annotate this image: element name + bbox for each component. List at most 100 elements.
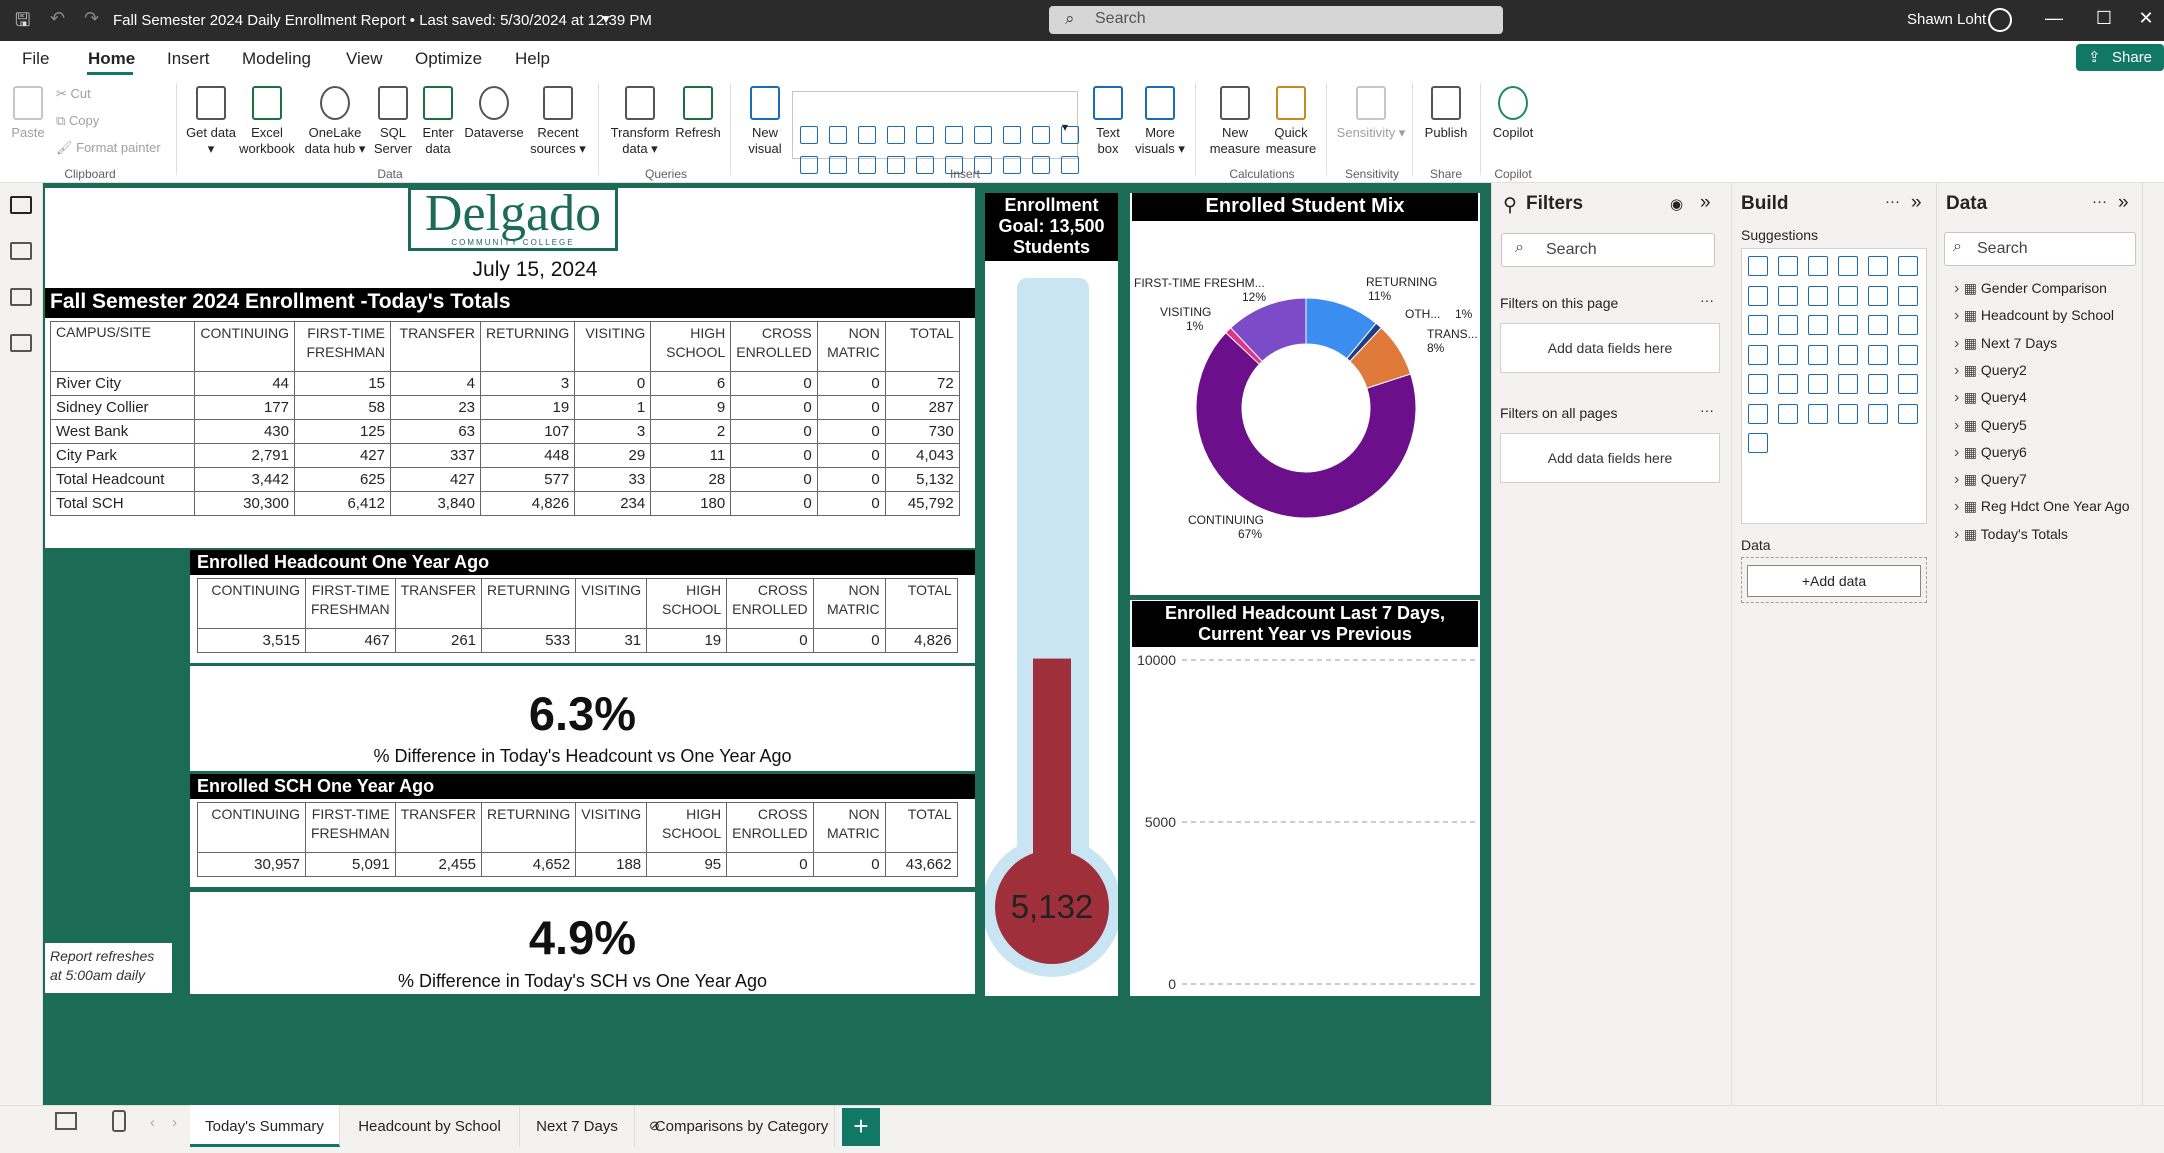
visual-type-icon[interactable] — [1778, 374, 1798, 394]
visual-type-icon[interactable] — [1748, 315, 1768, 335]
column-header[interactable]: RETURNING — [481, 802, 577, 853]
share-button[interactable]: ⇪ Share — [2076, 44, 2164, 71]
column-header[interactable]: VISITING — [574, 321, 652, 372]
column-header[interactable]: FIRST-TIME FRESHMAN — [294, 321, 391, 372]
excel-workbook-button[interactable]: Excel workbook — [236, 86, 298, 157]
visual-type-icon[interactable] — [1838, 285, 1858, 306]
visual-type-icon[interactable] — [1808, 315, 1828, 335]
chevron-right-icon[interactable]: › — [1954, 526, 1964, 543]
chevron-right-icon[interactable]: › — [1954, 335, 1964, 352]
column-header[interactable]: CROSS ENROLLED — [730, 321, 818, 372]
visual-type-icon[interactable] — [858, 126, 876, 144]
visual-type-icon[interactable] — [800, 156, 818, 174]
column-header[interactable]: NON MATRIC — [812, 578, 886, 629]
menu-modeling[interactable]: Modeling — [242, 49, 311, 69]
new-visual-button[interactable]: New visual — [740, 86, 790, 157]
visual-type-icon[interactable] — [1868, 285, 1888, 306]
visual-type-icon[interactable] — [829, 126, 847, 144]
visual-type-icon[interactable] — [1778, 285, 1798, 306]
column-header[interactable]: RETURNING — [479, 321, 576, 372]
visual-type-icon[interactable] — [945, 126, 963, 144]
collapse-data-icon[interactable]: » — [2118, 192, 2129, 214]
visual-type-icon[interactable] — [1748, 433, 1768, 453]
more-options-icon[interactable]: ··· — [1700, 402, 1714, 418]
save-icon[interactable]: 🖫 — [15, 8, 30, 38]
data-table-item[interactable]: › ▦ Query5 — [1954, 417, 2027, 435]
gallery-expand-icon[interactable]: ▾ — [1062, 120, 1068, 134]
column-header[interactable]: TOTAL — [884, 802, 958, 853]
more-visuals-button[interactable]: More visuals ▾ — [1134, 86, 1186, 157]
visual-type-icon[interactable] — [1748, 344, 1768, 365]
column-header[interactable]: HIGH SCHOOL — [646, 802, 728, 853]
menu-home[interactable]: Home — [88, 49, 135, 69]
data-table-item[interactable]: › ▦ Query6 — [1954, 444, 2027, 462]
add-page-button[interactable]: + — [842, 1108, 880, 1146]
data-table-item[interactable]: › ▦ Headcount by School — [1954, 307, 2114, 325]
visual-type-icon[interactable] — [1868, 344, 1888, 365]
visual-type-icon[interactable] — [1838, 315, 1858, 335]
visual-type-icon[interactable] — [1778, 403, 1798, 424]
column-header[interactable]: FIRST-TIME FRESHMAN — [305, 578, 396, 629]
chevron-down-icon[interactable]: ▼ — [600, 12, 612, 26]
chevron-right-icon[interactable]: › — [1954, 417, 1964, 434]
sensitivity-button[interactable]: Sensitivity ▾ — [1336, 86, 1406, 141]
visual-type-icon[interactable] — [1808, 256, 1828, 276]
chevron-right-icon[interactable]: › — [1954, 498, 1964, 515]
collapse-filters-icon[interactable]: » — [1700, 192, 1711, 214]
format-painter-button[interactable]: 🖌 Format painter — [56, 140, 161, 156]
more-options-icon[interactable]: ··· — [1885, 193, 1900, 210]
visual-type-icon[interactable] — [1838, 344, 1858, 365]
visual-type-icon[interactable] — [1868, 374, 1888, 394]
column-header[interactable]: HIGH SCHOOL — [650, 321, 732, 372]
new-measure-button[interactable]: New measure — [1205, 86, 1265, 157]
onelake-button[interactable]: OneLake data hub ▾ — [302, 86, 368, 157]
column-header[interactable]: CONTINUING — [194, 321, 295, 372]
next-page-icon[interactable]: › — [172, 1114, 177, 1131]
copilot-button[interactable]: Copilot — [1486, 86, 1540, 141]
visual-type-icon[interactable] — [1748, 285, 1768, 306]
visual-type-icon[interactable] — [1898, 344, 1918, 365]
chevron-right-icon[interactable]: › — [1954, 362, 1964, 379]
add-data-button[interactable]: +Add data — [1747, 565, 1921, 597]
visual-type-icon[interactable] — [916, 126, 934, 144]
data-table-item[interactable]: › ▦ Query2 — [1954, 362, 2027, 380]
visual-type-icon[interactable] — [1778, 315, 1798, 335]
visual-type-icon[interactable] — [1808, 285, 1828, 306]
visual-type-icon[interactable] — [1838, 374, 1858, 394]
column-header[interactable]: CONTINUING — [197, 578, 306, 629]
column-header[interactable]: NON MATRIC — [812, 802, 886, 853]
visual-type-icon[interactable] — [1868, 315, 1888, 335]
data-table-item[interactable]: › ▦ Gender Comparison — [1954, 280, 2107, 298]
publish-button[interactable]: Publish — [1420, 86, 1472, 141]
user-avatar-icon[interactable] — [1988, 8, 2012, 32]
visual-type-icon[interactable] — [1838, 403, 1858, 424]
data-table-item[interactable]: › ▦ Next 7 Days — [1954, 335, 2057, 353]
get-data-button[interactable]: Get data ▾ — [186, 86, 236, 157]
column-header[interactable]: VISITING — [575, 802, 648, 853]
data-table-item[interactable]: › ▦ Reg Hdct One Year Ago — [1954, 498, 2130, 516]
prev-page-icon[interactable]: ‹ — [150, 1114, 155, 1131]
column-header[interactable]: CAMPUS/SITE — [50, 321, 195, 372]
column-header[interactable]: CONTINUING — [197, 802, 306, 853]
maximize-icon[interactable]: ☐ — [2084, 8, 2124, 29]
visual-type-icon[interactable] — [829, 156, 847, 174]
menu-file[interactable]: File — [22, 49, 49, 69]
user-name[interactable]: Shawn Loht — [1907, 11, 1986, 28]
column-header[interactable]: TRANSFER — [390, 321, 481, 372]
transform-data-button[interactable]: Transform data ▾ — [608, 86, 672, 157]
quick-measure-button[interactable]: Quick measure — [1263, 86, 1319, 157]
chevron-right-icon[interactable]: › — [1954, 307, 1964, 324]
visual-type-icon[interactable] — [1748, 256, 1768, 276]
column-header[interactable]: TRANSFER — [394, 802, 483, 853]
dax-query-view-icon[interactable] — [10, 334, 32, 352]
cut-button[interactable]: ✂ Cut — [56, 86, 91, 102]
visual-type-icon[interactable] — [1032, 126, 1050, 144]
data-table-item[interactable]: › ▦ Query7 — [1954, 471, 2027, 489]
column-header[interactable]: NON MATRIC — [816, 321, 886, 372]
visual-type-icon[interactable] — [1898, 374, 1918, 394]
more-options-icon[interactable]: ··· — [2092, 193, 2107, 210]
visual-type-icon[interactable] — [1898, 403, 1918, 424]
paste-button[interactable]: Paste — [8, 86, 48, 141]
visual-type-icon[interactable] — [1778, 344, 1798, 365]
visual-type-icon[interactable] — [1748, 374, 1768, 394]
